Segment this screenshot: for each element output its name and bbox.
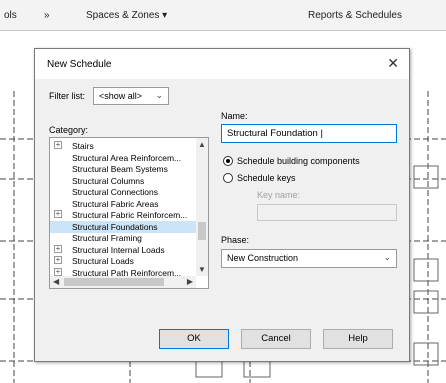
category-item[interactable]: + Structural Fabric Reinforcem... xyxy=(50,209,196,221)
chevron-down-icon: ⌄ xyxy=(383,252,391,262)
expand-icon[interactable]: + xyxy=(54,210,62,218)
expand-icon[interactable]: + xyxy=(54,256,62,264)
category-item[interactable]: Structural Framing xyxy=(50,232,196,244)
dialog-titlebar[interactable]: New Schedule ✕ xyxy=(35,49,409,79)
category-item-label: Structural Area Reinforcem... xyxy=(72,152,182,163)
category-item-label: Structural Fabric Reinforcem... xyxy=(72,210,188,220)
category-item[interactable]: + Structural Internal Loads xyxy=(50,244,196,256)
cancel-button[interactable]: Cancel xyxy=(241,329,311,349)
ok-button[interactable]: OK xyxy=(159,329,229,349)
schedule-components-radio[interactable] xyxy=(223,156,233,166)
category-list[interactable]: + Structural Path Reinforcem... + Structura… xyxy=(49,137,209,289)
scroll-right-icon[interactable]: ▶ xyxy=(187,277,193,286)
expand-icon[interactable]: + xyxy=(54,267,62,276)
scroll-thumb-horizontal[interactable] xyxy=(64,278,164,286)
phase-dropdown[interactable]: New Construction ⌄ xyxy=(221,249,397,268)
expand-icon[interactable]: + xyxy=(54,141,62,149)
scroll-down-icon[interactable]: ▼ xyxy=(198,265,206,274)
category-item[interactable]: Structural Area Reinforcem... xyxy=(50,152,196,164)
scroll-thumb[interactable] xyxy=(198,222,206,240)
category-label: Category: xyxy=(49,125,89,135)
schedule-keys-radio[interactable] xyxy=(223,173,233,183)
category-item[interactable]: Structural Foundations xyxy=(50,220,196,233)
category-item-label: Structural Internal Loads xyxy=(72,244,165,255)
category-item[interactable]: + Structural Loads xyxy=(50,255,196,267)
scroll-left-icon[interactable]: ◀ xyxy=(53,277,59,286)
filter-list-dropdown[interactable]: <show all> ⌄ xyxy=(93,87,169,105)
schedule-name-input[interactable]: Structural Foundation | xyxy=(221,124,397,143)
schedule-components-label[interactable]: Schedule building components xyxy=(237,156,360,166)
key-name-label: Key name: xyxy=(257,190,301,200)
close-icon[interactable]: ✕ xyxy=(387,55,399,72)
new-schedule-dialog: New Schedule ✕ Filter list: <show all> ⌄… xyxy=(34,48,410,362)
category-item-label: Stairs xyxy=(72,141,94,151)
category-item-label: Structural Loads xyxy=(72,256,134,266)
category-item-label: Structural Framing xyxy=(72,233,142,243)
chevron-down-icon: ⌄ xyxy=(155,90,163,100)
scroll-up-icon[interactable]: ▲ xyxy=(198,140,206,149)
phase-label: Phase: xyxy=(221,235,250,245)
phase-value: New Construction xyxy=(227,253,299,263)
tab-partial[interactable]: ols xyxy=(4,10,17,21)
category-item-label: Structural Beam Systems xyxy=(72,164,168,174)
help-button[interactable]: Help xyxy=(323,329,393,349)
expand-icon[interactable]: + xyxy=(54,244,62,253)
category-item[interactable]: Structural Fabric Areas xyxy=(50,198,196,210)
tab-reports-schedules[interactable]: Reports & Schedules xyxy=(308,10,402,21)
name-label: Name: xyxy=(221,111,248,121)
category-item-label: Structural Foundations xyxy=(72,221,158,232)
category-item[interactable]: Structural Connections xyxy=(50,186,196,198)
category-vertical-scrollbar[interactable]: ▲ ▼ xyxy=(196,138,208,276)
filter-list-label: Filter list: xyxy=(49,91,85,101)
category-item[interactable]: + Stairs xyxy=(50,140,196,152)
ribbon-overflow-icon[interactable]: » xyxy=(44,10,50,21)
key-name-input xyxy=(257,204,397,221)
category-item-label: Structural Columns xyxy=(72,175,145,186)
dialog-title: New Schedule xyxy=(47,59,112,70)
schedule-name-value: Structural Foundation | xyxy=(227,128,323,139)
category-item[interactable]: Structural Columns xyxy=(50,175,196,187)
category-item[interactable]: Structural Beam Systems xyxy=(50,163,196,175)
tab-spaces-zones[interactable]: Spaces & Zones ▾ xyxy=(86,10,167,21)
category-horizontal-scrollbar[interactable]: ◀ ▶ xyxy=(50,276,196,288)
schedule-keys-label[interactable]: Schedule keys xyxy=(237,173,296,183)
filter-list-value: <show all> xyxy=(99,91,143,101)
ribbon-bar: ols » Spaces & Zones ▾ Reports & Schedul… xyxy=(0,0,446,31)
category-item-label: Structural Fabric Areas xyxy=(72,198,159,209)
category-item-label: Structural Connections xyxy=(72,187,158,197)
